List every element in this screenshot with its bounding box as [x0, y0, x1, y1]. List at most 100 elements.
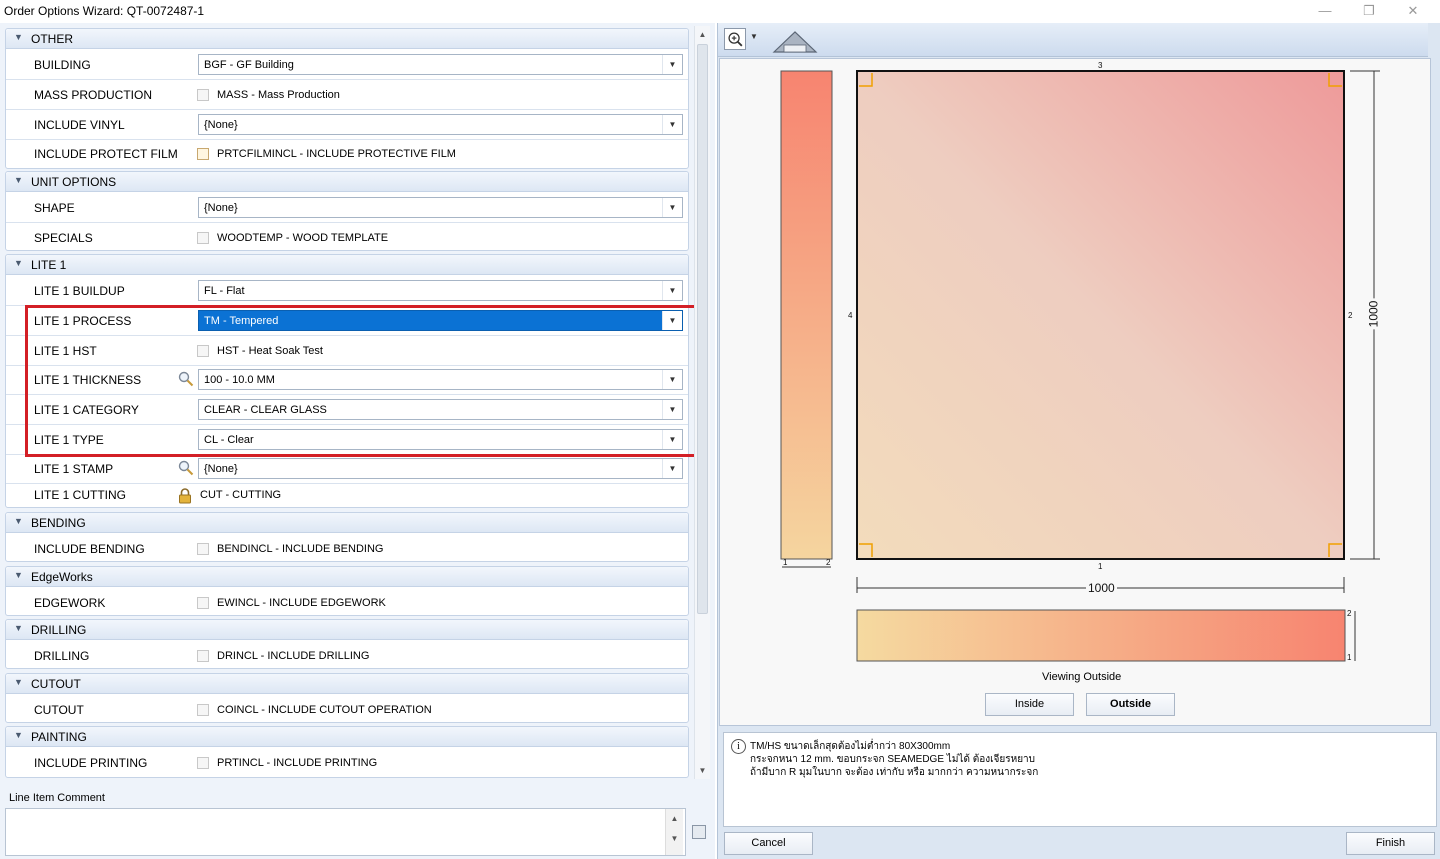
zoom-in-icon[interactable] [724, 28, 746, 50]
lite1-hst-checkbox[interactable] [197, 345, 209, 357]
group-painting: ▼ PAINTING INCLUDE PRINTING PRTINCL - IN… [5, 726, 689, 778]
glass-panel[interactable] [856, 70, 1345, 560]
chevron-down-icon[interactable]: ▼ [662, 55, 682, 74]
option-label: LITE 1 CATEGORY [34, 403, 139, 417]
chevron-down-icon[interactable]: ▼ [662, 115, 682, 134]
preview-toolbar: ▼ [718, 23, 1428, 57]
group-header-edgeworks[interactable]: ▼ EdgeWorks [6, 567, 688, 587]
dropdown-value: {None} [204, 463, 238, 475]
building-dropdown[interactable]: BGF - GF Building ▼ [198, 54, 683, 75]
group-header-drilling[interactable]: ▼ DRILLING [6, 620, 688, 640]
scroll-up-icon[interactable]: ▲ [696, 28, 709, 41]
scroll-down-icon[interactable]: ▼ [696, 764, 709, 777]
collapse-caret-icon[interactable]: ▼ [14, 32, 23, 42]
lite1-stamp-dropdown[interactable]: {None} ▼ [198, 458, 683, 479]
scroll-down-icon[interactable]: ▼ [666, 829, 683, 849]
lite1-thickness-dropdown[interactable]: 100 - 10.0 MM ▼ [198, 369, 683, 390]
specials-checkbox[interactable] [197, 232, 209, 244]
option-row-include-vinyl: INCLUDE VINYL {None} ▼ [6, 110, 688, 140]
shape-dropdown[interactable]: {None} ▼ [198, 197, 683, 218]
dropdown-value: CLEAR - CLEAR GLASS [204, 404, 327, 416]
option-row-include-bending: INCLUDE BENDING BENDINCL - INCLUDE BENDI… [6, 534, 688, 562]
collapse-caret-icon[interactable]: ▼ [14, 258, 23, 268]
option-label: DRILLING [34, 649, 90, 663]
collapse-caret-icon[interactable]: ▼ [14, 570, 23, 580]
options-scrollbar[interactable]: ▲ ▼ [694, 26, 710, 779]
viewing-side-label: Viewing Outside [1042, 671, 1122, 683]
chevron-down-icon[interactable]: ▼ [750, 32, 758, 41]
group-title: CUTOUT [31, 677, 81, 691]
option-row-building: BUILDING BGF - GF Building ▼ [6, 50, 688, 80]
scroll-up-icon[interactable]: ▲ [666, 809, 683, 829]
window-title: Order Options Wizard: QT-0072487-1 [4, 4, 205, 18]
include-vinyl-dropdown[interactable]: {None} ▼ [198, 114, 683, 135]
chevron-down-icon[interactable]: ▼ [662, 430, 682, 449]
restore-button[interactable]: ❐ [1356, 2, 1382, 20]
cutout-checkbox[interactable] [197, 704, 209, 716]
option-label: INCLUDE BENDING [34, 542, 145, 556]
checkbox-label: COINCL - INCLUDE CUTOUT OPERATION [217, 704, 432, 716]
group-title: OTHER [31, 32, 73, 46]
mass-production-checkbox[interactable] [197, 89, 209, 101]
lite1-buildup-dropdown[interactable]: FL - Flat ▼ [198, 280, 683, 301]
dropdown-value: CL - Clear [204, 434, 254, 446]
side-strip-label-a: 1 [783, 558, 788, 567]
view-outside-button[interactable]: Outside [1086, 693, 1175, 716]
group-edgeworks: ▼ EdgeWorks EDGEWORK EWINCL - INCLUDE ED… [5, 566, 689, 616]
dropdown-value: 100 - 10.0 MM [204, 374, 275, 386]
search-icon[interactable] [178, 371, 194, 387]
group-header-lite1[interactable]: ▼ LITE 1 [6, 255, 688, 275]
option-label: CUTOUT [34, 703, 84, 717]
comment-label: Line Item Comment [9, 792, 105, 804]
options-pane: ▼ OTHER BUILDING BGF - GF Building ▼ MAS… [0, 23, 715, 859]
collapse-caret-icon[interactable]: ▼ [14, 623, 23, 633]
group-header-painting[interactable]: ▼ PAINTING [6, 727, 688, 747]
scrollbar-thumb[interactable] [697, 44, 708, 614]
chevron-down-icon[interactable]: ▼ [662, 459, 682, 478]
group-header-cutout[interactable]: ▼ CUTOUT [6, 674, 688, 694]
collapse-caret-icon[interactable]: ▼ [14, 677, 23, 687]
glass-drawing-area[interactable]: 3 1 4 2 1 2 2 1 1000 1000 [719, 58, 1431, 726]
chevron-down-icon[interactable]: ▼ [662, 281, 682, 300]
option-label: LITE 1 PROCESS [34, 314, 132, 328]
info-message-box: i TM/HS ขนาดเล็กสุดต้องไม่ต่ำกว่า 80X300… [723, 732, 1437, 827]
elevation-view-icon[interactable] [770, 26, 820, 54]
chevron-down-icon[interactable]: ▼ [662, 311, 682, 330]
chevron-down-icon[interactable]: ▼ [662, 370, 682, 389]
include-printing-checkbox[interactable] [197, 757, 209, 769]
option-row-lite1-process: LITE 1 PROCESS TM - Tempered ▼ [6, 306, 688, 336]
protect-film-checkbox[interactable] [197, 148, 209, 160]
lite1-category-dropdown[interactable]: CLEAR - CLEAR GLASS ▼ [198, 399, 683, 420]
group-header-unit-options[interactable]: ▼ UNIT OPTIONS [6, 172, 688, 192]
finish-button[interactable]: Finish [1346, 832, 1435, 855]
group-lite1: ▼ LITE 1 LITE 1 BUILDUP FL - Flat ▼ LITE… [5, 254, 689, 508]
checkbox-label: HST - Heat Soak Test [217, 345, 323, 357]
drilling-checkbox[interactable] [197, 650, 209, 662]
include-bending-checkbox[interactable] [197, 543, 209, 555]
option-row-lite1-category: LITE 1 CATEGORY CLEAR - CLEAR GLASS ▼ [6, 395, 688, 425]
chevron-down-icon[interactable]: ▼ [662, 400, 682, 419]
option-row-drilling: DRILLING DRINCL - INCLUDE DRILLING [6, 641, 688, 669]
edgework-checkbox[interactable] [197, 597, 209, 609]
group-header-other[interactable]: ▼ OTHER [6, 29, 688, 49]
collapse-caret-icon[interactable]: ▼ [14, 516, 23, 526]
search-icon[interactable] [178, 460, 194, 476]
lite1-type-dropdown[interactable]: CL - Clear ▼ [198, 429, 683, 450]
collapse-caret-icon[interactable]: ▼ [14, 730, 23, 740]
close-button[interactable]: ✕ [1400, 2, 1426, 20]
comment-scrollbar[interactable]: ▲ ▼ [665, 809, 683, 855]
option-row-mass-production: MASS PRODUCTION MASS - Mass Production [6, 80, 688, 110]
option-label: LITE 1 STAMP [34, 462, 114, 476]
notes-icon[interactable] [692, 825, 706, 839]
width-dimension: 1000 [1086, 581, 1117, 595]
group-title: LITE 1 [31, 258, 67, 272]
collapse-caret-icon[interactable]: ▼ [14, 175, 23, 185]
cancel-button[interactable]: Cancel [724, 832, 813, 855]
chevron-down-icon[interactable]: ▼ [662, 198, 682, 217]
view-inside-button[interactable]: Inside [985, 693, 1074, 716]
lite1-process-dropdown[interactable]: TM - Tempered ▼ [198, 310, 683, 331]
minimize-button[interactable]: — [1312, 2, 1338, 20]
line-item-comment-input[interactable] [5, 808, 686, 856]
option-groups: ▼ OTHER BUILDING BGF - GF Building ▼ MAS… [5, 28, 689, 778]
group-header-bending[interactable]: ▼ BENDING [6, 513, 688, 533]
